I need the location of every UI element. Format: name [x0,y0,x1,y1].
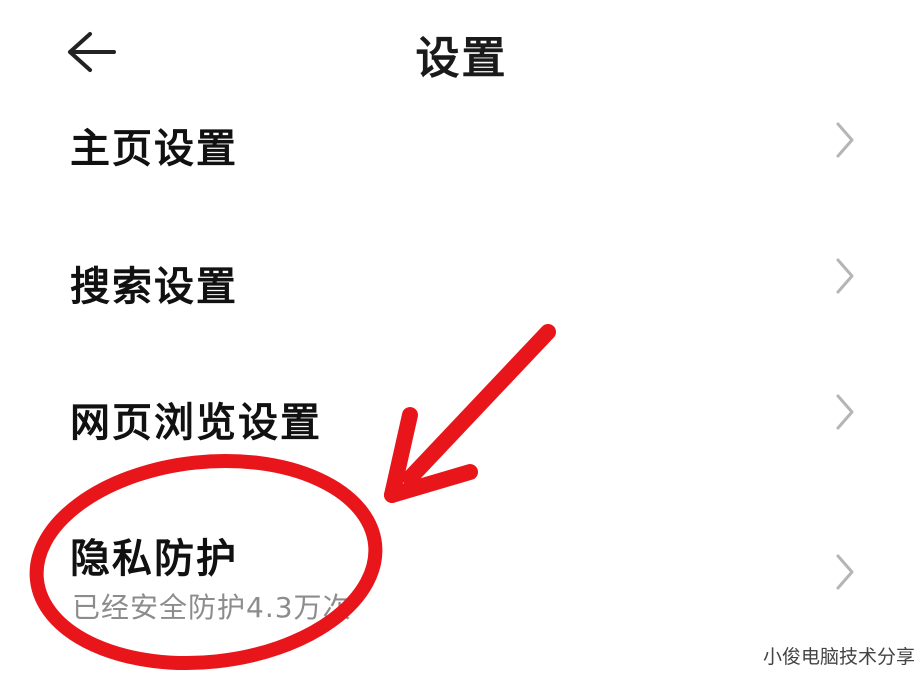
chevron-right-icon [830,552,860,592]
page-title: 设置 [415,33,508,84]
settings-item-homepage[interactable]: 主页设置 [0,100,923,180]
top-bar: 设置 [0,0,923,100]
chevron-right-icon [830,392,860,432]
chevron-right-icon [830,120,860,160]
settings-item-privacy[interactable]: 隐私防护 已经安全防护4.3万次 [0,510,923,640]
settings-item-label: 网页浏览设置 [70,400,322,446]
chevron-right-icon [830,256,860,296]
settings-item-label: 搜索设置 [70,264,238,310]
watermark-text: 小俊电脑技术分享 [762,646,915,668]
settings-item-label: 主页设置 [70,126,238,172]
settings-item-browsing[interactable]: 网页浏览设置 [0,372,923,452]
privacy-protection-count: 已经安全防护4.3万次 [72,591,352,624]
settings-item-label: 隐私防护 [70,536,238,582]
settings-item-search[interactable]: 搜索设置 [0,236,923,316]
